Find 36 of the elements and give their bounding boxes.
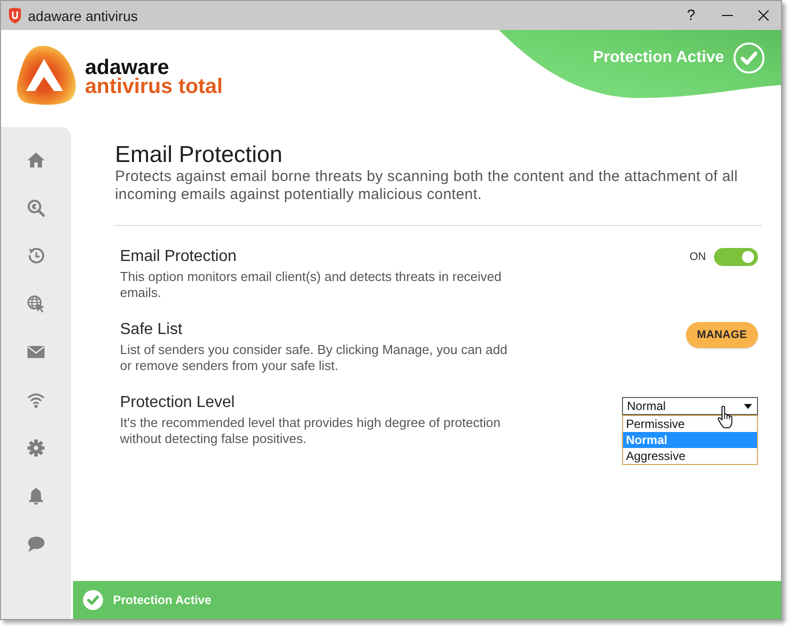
envelope-icon[interactable]	[27, 343, 45, 361]
product-name: antivirus total	[85, 77, 223, 96]
minimize-icon	[722, 15, 732, 16]
setting-description: It's the recommended level that provides high degree of protection without detecting false positives.	[120, 415, 502, 447]
setting-description: This option monitors email client(s) and detects threats in received emails.	[120, 269, 503, 301]
dropdown-option[interactable]: Aggressive	[623, 448, 757, 464]
search-icon[interactable]	[27, 199, 45, 217]
speech-bubble-icon[interactable]	[27, 535, 45, 553]
setting-title: Protection Level	[120, 394, 235, 412]
globe-cursor-icon[interactable]	[27, 295, 45, 313]
wifi-icon[interactable]	[27, 391, 45, 409]
clock-icon[interactable]	[27, 247, 45, 265]
logo-icon	[16, 45, 78, 105]
window-title: adaware antivirus	[28, 8, 138, 24]
toggle-switch[interactable]	[714, 248, 758, 266]
check-circle-icon	[83, 590, 103, 610]
manage-button[interactable]: MANAGE	[686, 322, 758, 348]
home-icon[interactable]	[27, 151, 45, 169]
close-icon	[758, 10, 768, 21]
bell-icon[interactable]	[27, 487, 45, 505]
toggle-label: ON	[690, 251, 706, 263]
setting-description: List of senders you consider safe. By clicking Manage, you can add or remove senders from your safe list.	[120, 342, 508, 374]
status-text: Protection Active	[113, 593, 212, 607]
page-description: Protects against email borne threats by scanning both the content and the attachment of all incoming emails against potentially malicious content.	[115, 168, 739, 204]
gear-icon[interactable]	[27, 439, 45, 457]
setting-title: Safe List	[120, 321, 182, 339]
protection-level-dropdown[interactable]: Normal	[622, 397, 758, 415]
check-circle-icon	[733, 42, 765, 74]
caret-icon	[744, 404, 752, 408]
dropdown-option[interactable]: Permissive	[623, 416, 757, 432]
brand-name: adaware	[85, 58, 170, 77]
page-title: Email Protection	[115, 142, 282, 167]
shield-icon	[8, 7, 22, 24]
protection-status: Protection Active	[593, 49, 724, 67]
setting-title: Email Protection	[120, 248, 236, 266]
help-button[interactable]: ?	[673, 1, 709, 30]
